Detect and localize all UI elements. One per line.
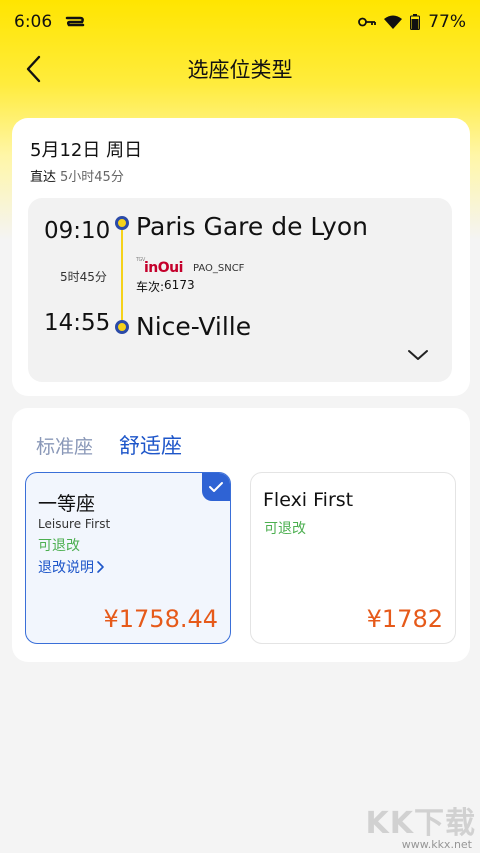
journey-date: 5月12日 周日: [30, 140, 143, 161]
top-bar: 选座位类型: [0, 44, 480, 94]
watermark-logo: KK下载: [365, 806, 476, 841]
train-brand-logo: TGV inOui: [136, 257, 183, 276]
train-info: TGV inOui PAO_SNCF 车次: 6173: [136, 257, 245, 295]
key-icon: [358, 17, 377, 27]
back-button[interactable]: [18, 54, 48, 84]
option-price: ¥1758.44: [103, 605, 218, 633]
app-notification-icon: [65, 16, 85, 27]
journey-meta: 直达 5小时45分: [30, 166, 124, 185]
arrival-time: 14:55: [44, 310, 111, 336]
departure-station: Paris Gare de Lyon: [136, 212, 368, 241]
selected-check: [202, 473, 230, 501]
wifi-icon: [384, 15, 403, 29]
journey-card: 5月12日 周日 直达 5小时45分 09:10 5时45分 14:55 Par…: [12, 118, 470, 396]
option-price: ¥1782: [366, 605, 443, 633]
expand-button[interactable]: [406, 346, 430, 364]
seat-tabs: 标准座 舒适座: [36, 430, 182, 460]
arrival-dot: [115, 320, 129, 334]
watermark: KK下载 www.kkx.net: [362, 798, 480, 853]
page-title: 选座位类型: [187, 58, 293, 82]
train-number: 车次: 6173: [136, 278, 244, 295]
chevron-right-icon: [97, 561, 104, 573]
check-icon: [209, 482, 223, 492]
battery-icon: [410, 14, 421, 30]
train-operator: PAO_SNCF: [192, 262, 245, 274]
train-number-label: 车次:: [136, 280, 165, 294]
tab-standard[interactable]: 标准座: [36, 432, 93, 459]
refund-rules-link[interactable]: 退改说明: [38, 557, 106, 577]
status-bar: 6:06 77%: [0, 0, 480, 44]
seat-option-flexi-first[interactable]: Flexi First 可退改 ¥1782: [250, 472, 456, 644]
tab-comfort[interactable]: 舒适座: [119, 430, 182, 460]
status-time: 6:06: [14, 12, 53, 32]
watermark-url: www.kkx.net: [401, 838, 472, 851]
chevron-left-icon: [26, 55, 41, 83]
route-line: [121, 230, 123, 320]
journey-total-duration: 5小时45分: [60, 170, 124, 185]
train-brand: inOui: [144, 260, 183, 276]
option-refund: 可退改: [264, 521, 306, 537]
option-name: Flexi First: [263, 489, 354, 511]
option-refund: 可退改: [38, 538, 80, 554]
chevron-down-icon: [408, 350, 428, 360]
departure-time: 09:10: [44, 218, 111, 244]
refund-rules-label: 退改说明: [38, 560, 94, 576]
seat-class-card: 标准座 舒适座 一等座 Leisure First 可退改 退改说明 ¥1758…: [12, 408, 470, 662]
trip-details[interactable]: 09:10 5时45分 14:55 Paris Gare de Lyon TGV…: [28, 198, 452, 382]
option-name: 一等座: [38, 493, 96, 515]
train-number-value: 6173: [164, 278, 195, 292]
segment-duration: 5时45分: [60, 270, 107, 284]
option-subtitle: Leisure First: [38, 517, 111, 531]
departure-dot: [115, 216, 129, 230]
train-brand-small: TGV: [136, 257, 145, 263]
journey-type: 直达: [30, 170, 57, 185]
arrival-station: Nice-Ville: [136, 312, 252, 341]
battery-level: 77%: [428, 12, 466, 32]
seat-option-first-class[interactable]: 一等座 Leisure First 可退改 退改说明 ¥1758.44: [25, 472, 231, 644]
